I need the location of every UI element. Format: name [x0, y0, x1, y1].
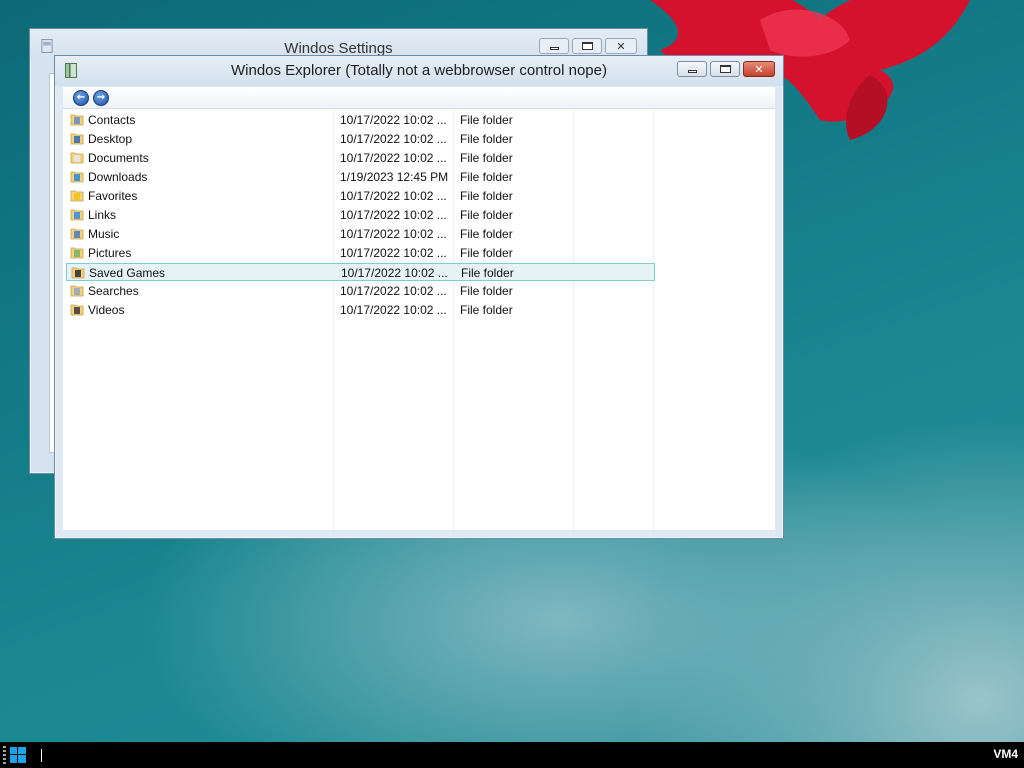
taskbar-grip[interactable]	[3, 746, 6, 764]
file-list[interactable]: Contacts 10/17/2022 10:02 ... File folder D…	[63, 109, 775, 530]
settings-caption-buttons: ✕	[539, 38, 637, 54]
file-date: 10/17/2022 10:02 ...	[340, 303, 447, 317]
file-name: Links	[88, 208, 117, 222]
file-date: 10/17/2022 10:02 ...	[340, 227, 447, 241]
settings-minimize-button[interactable]	[539, 38, 569, 54]
file-name: Pictures	[88, 246, 132, 260]
file-type: File folder	[460, 208, 513, 222]
file-date: 10/17/2022 10:02 ...	[340, 246, 447, 260]
file-name: Saved Games	[89, 266, 166, 280]
file-row[interactable]: Downloads 1/19/2023 12:45 PM File folder	[66, 168, 655, 186]
file-type: File folder	[460, 227, 513, 241]
close-icon: ✕	[616, 39, 626, 53]
videos-folder-icon	[70, 304, 84, 316]
file-name: Desktop	[88, 132, 133, 146]
settings-maximize-button[interactable]	[572, 38, 602, 54]
file-row[interactable]: Pictures 10/17/2022 10:02 ... File folder	[66, 244, 655, 262]
file-name: Downloads	[88, 170, 148, 184]
file-row[interactable]: Favorites 10/17/2022 10:02 ... File folder	[66, 187, 655, 205]
file-row[interactable]: Saved Games 10/17/2022 10:02 ... File fold…	[66, 263, 655, 281]
windows-start-icon[interactable]	[10, 747, 26, 763]
pictures-folder-icon	[70, 247, 84, 259]
close-icon: ✕	[754, 62, 764, 76]
file-row[interactable]: Contacts 10/17/2022 10:02 ... File folder	[66, 111, 655, 129]
file-row[interactable]: Documents 10/17/2022 10:02 ... File folder	[66, 149, 655, 167]
desktop-folder-icon	[70, 133, 84, 145]
file-row[interactable]: Desktop 10/17/2022 10:02 ... File folder	[66, 130, 655, 148]
file-name: Documents	[88, 151, 149, 165]
settings-close-button[interactable]: ✕	[605, 38, 637, 54]
taskbar-text-cursor	[41, 749, 42, 762]
file-type: File folder	[460, 284, 513, 298]
maximize-icon	[719, 65, 731, 73]
minimize-icon	[687, 70, 697, 73]
explorer-minimize-button[interactable]	[677, 61, 707, 77]
file-date: 10/17/2022 10:02 ...	[340, 132, 447, 146]
documents-folder-icon	[70, 152, 84, 164]
file-row[interactable]: Videos 10/17/2022 10:02 ... File folder	[66, 301, 655, 319]
file-row[interactable]: Searches 10/17/2022 10:02 ... File folder	[66, 282, 655, 300]
music-folder-icon	[70, 228, 84, 240]
explorer-maximize-button[interactable]	[710, 61, 740, 77]
file-type: File folder	[460, 113, 513, 127]
downloads-folder-icon	[70, 171, 84, 183]
file-type: File folder	[461, 266, 514, 280]
explorer-window-title: Windos Explorer (Totally not a webbrowse…	[230, 62, 607, 79]
file-name: Videos	[88, 303, 125, 317]
file-date: 10/17/2022 10:02 ...	[340, 151, 447, 165]
file-name: Searches	[88, 284, 139, 298]
favorites-folder-icon	[70, 190, 84, 202]
file-type: File folder	[460, 132, 513, 146]
tray-label: VM4	[993, 747, 1018, 761]
file-type: File folder	[460, 170, 513, 184]
file-type: File folder	[460, 246, 513, 260]
file-date: 10/17/2022 10:02 ...	[340, 284, 447, 298]
file-date: 10/17/2022 10:02 ...	[340, 113, 447, 127]
file-type: File folder	[460, 189, 513, 203]
explorer-caption-buttons: ✕	[677, 61, 775, 77]
explorer-close-button[interactable]: ✕	[743, 61, 775, 77]
file-row[interactable]: Music 10/17/2022 10:02 ... File folder	[66, 225, 655, 243]
searches-folder-icon	[70, 285, 84, 297]
file-row[interactable]: Links 10/17/2022 10:02 ... File folder	[66, 206, 655, 224]
saved-games-folder-icon	[71, 267, 85, 279]
file-type: File folder	[460, 303, 513, 317]
explorer-nav-toolbar: ← →	[63, 87, 775, 109]
taskbar: VM4	[0, 742, 1024, 768]
minimize-icon	[549, 47, 559, 50]
maximize-icon	[581, 42, 593, 50]
contacts-folder-icon	[70, 114, 84, 126]
back-arrow-icon[interactable]: ←	[73, 89, 89, 106]
file-date: 10/17/2022 10:02 ...	[340, 189, 447, 203]
forward-arrow-icon[interactable]: →	[93, 89, 109, 106]
file-name: Music	[88, 227, 120, 241]
file-date: 10/17/2022 10:02 ...	[340, 208, 447, 222]
links-folder-icon	[70, 209, 84, 221]
file-date: 1/19/2023 12:45 PM	[340, 170, 449, 184]
file-name: Contacts	[88, 113, 136, 127]
explorer-window[interactable]: Windos Explorer (Totally not a webbrowse…	[54, 55, 784, 539]
explorer-titlebar[interactable]: Windos Explorer (Totally not a webbrowse…	[55, 56, 783, 86]
file-type: File folder	[460, 151, 513, 165]
file-name: Favorites	[88, 189, 138, 203]
file-date: 10/17/2022 10:02 ...	[341, 266, 448, 280]
